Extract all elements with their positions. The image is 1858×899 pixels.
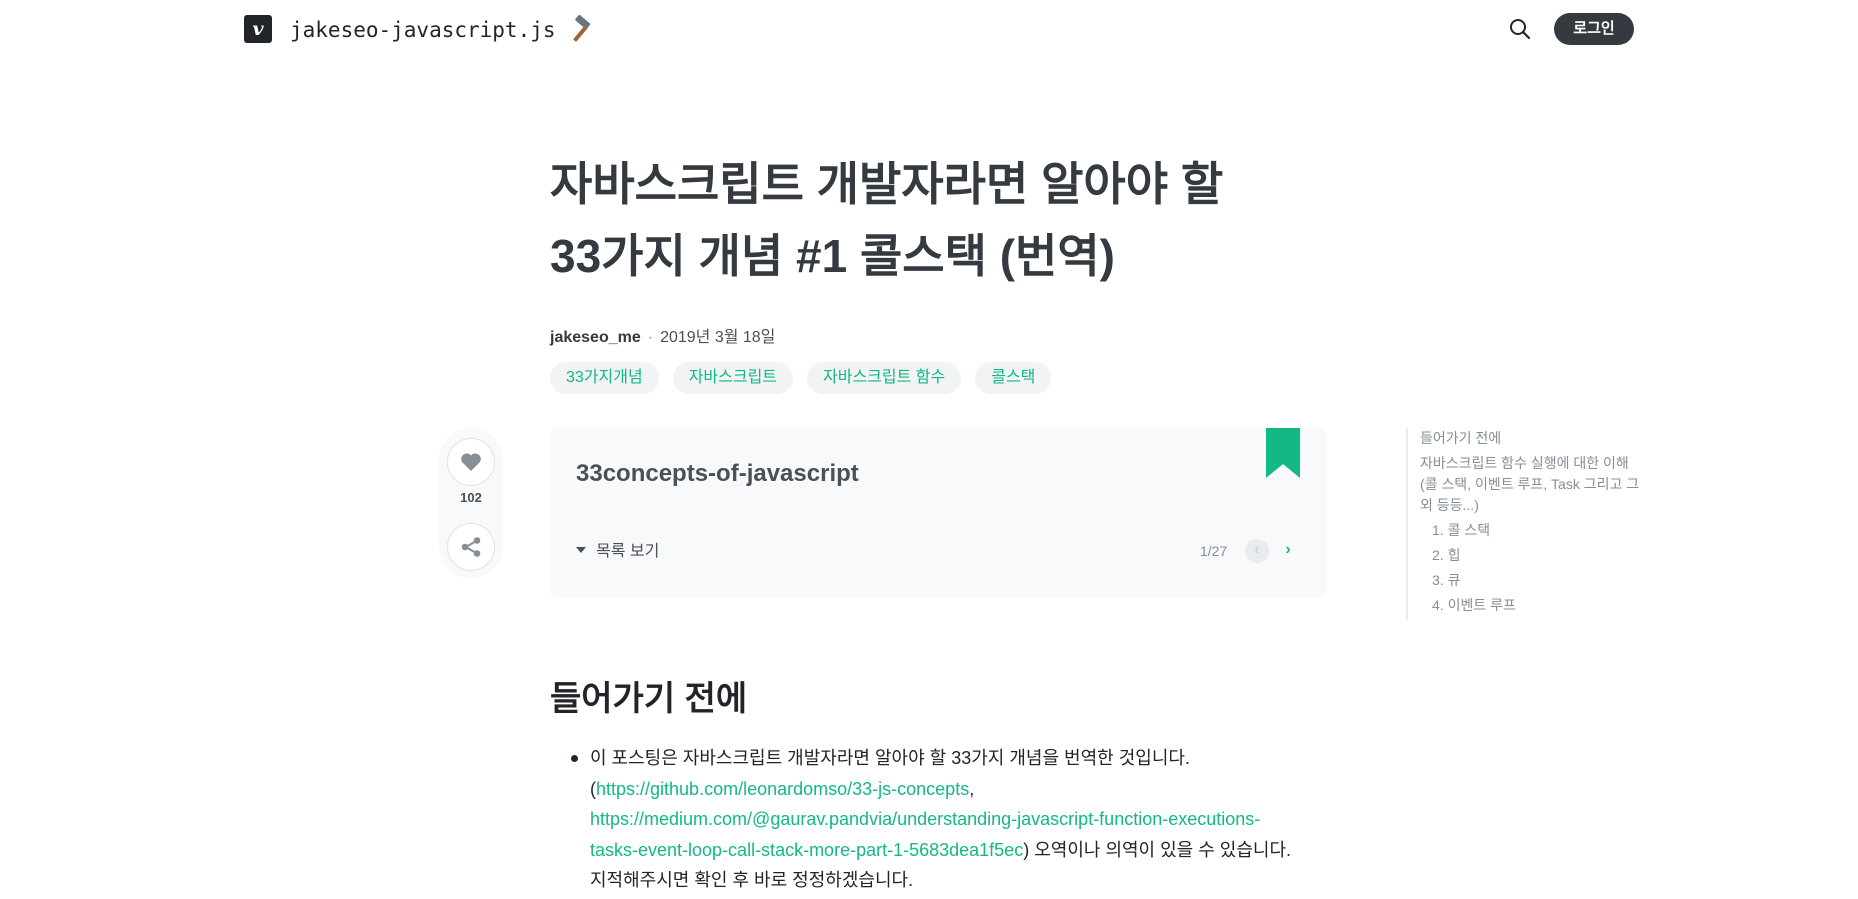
bookmark-icon <box>1266 428 1300 478</box>
tag[interactable]: 콜스택 <box>975 362 1052 394</box>
meta-separator: · <box>647 329 654 346</box>
series-list-toggle[interactable]: 목록 보기 <box>576 541 659 563</box>
hammer-icon <box>573 15 591 42</box>
chevron-left-icon: ‹ <box>1254 541 1260 558</box>
tag-list: 33가지개념 자바스크립트 자바스크립트 함수 콜스택 <box>550 362 1052 394</box>
toc-item[interactable]: 들어가기 전에 <box>1420 428 1640 449</box>
post-title-line-1: 자바스크립트 개발자라면 알아야 할 <box>550 158 1224 210</box>
tag[interactable]: 자바스크립트 <box>672 362 794 394</box>
login-button[interactable]: 로그인 <box>1554 13 1634 45</box>
like-count: 102 <box>460 490 482 505</box>
series-page-indicator: 1/27 <box>1200 543 1228 559</box>
site-header: v jakeseo-javascript.js 로그인 <box>0 0 1858 64</box>
toc-item[interactable]: 자바스크립트 함수 실행에 대한 이해 (콜 스택, 이벤트 루프, Task … <box>1420 453 1640 516</box>
series-next-button[interactable]: › <box>1276 539 1300 563</box>
table-of-contents: 들어가기 전에 자바스크립트 함수 실행에 대한 이해 (콜 스택, 이벤트 루… <box>1406 428 1640 620</box>
tag[interactable]: 자바스크립트 함수 <box>807 362 962 394</box>
tag[interactable]: 33가지개념 <box>550 362 659 394</box>
chevron-right-icon: › <box>1285 541 1291 558</box>
toc-item[interactable]: 1. 콜 스택 <box>1420 520 1640 541</box>
post-title-line-2: 33가지 개념 #1 콜스택 (번역) <box>550 230 1115 282</box>
velog-logo[interactable]: v <box>244 15 272 43</box>
share-icon <box>461 537 481 557</box>
toc-item[interactable]: 4. 이벤트 루프 <box>1420 595 1640 616</box>
side-action-bar: 102 <box>439 428 503 578</box>
post-date: 2019년 3월 18일 <box>660 329 776 346</box>
toc-item[interactable]: 3. 큐 <box>1420 570 1640 591</box>
search-icon[interactable] <box>1506 15 1534 43</box>
section-heading: 들어가기 전에 <box>550 680 748 718</box>
author-link[interactable]: jakeseo_me <box>550 329 641 346</box>
series-prev-button[interactable]: ‹ <box>1245 539 1269 563</box>
comma: , <box>969 778 975 799</box>
github-link[interactable]: https://github.com/leonardomso/33-js-con… <box>596 779 969 799</box>
caret-down-icon <box>576 547 586 553</box>
share-button[interactable] <box>447 523 495 571</box>
heart-icon <box>461 453 481 471</box>
series-box: 33concepts-of-javascript 목록 보기 1/27 ‹ › <box>550 428 1326 598</box>
like-button[interactable] <box>447 438 495 486</box>
post-title: 자바스크립트 개발자라면 알아야 할 33가지 개념 #1 콜스택 (번역) <box>550 148 1340 292</box>
bullet-marker <box>571 755 578 762</box>
toc-item[interactable]: 2. 힙 <box>1420 545 1640 566</box>
post-meta: jakeseo_me · 2019년 3월 18일 <box>550 327 775 349</box>
paragraph-text: 이 포스팅은 자바스크립트 개발자라면 알아야 할 33가지 개념을 번역한 것… <box>590 748 1190 768</box>
series-title[interactable]: 33concepts-of-javascript <box>576 460 859 488</box>
series-list-toggle-label: 목록 보기 <box>596 543 660 560</box>
bullet-paragraph: 이 포스팅은 자바스크립트 개발자라면 알아야 할 33가지 개념을 번역한 것… <box>590 743 1300 896</box>
blog-name[interactable]: jakeseo-javascript.js <box>290 15 556 45</box>
